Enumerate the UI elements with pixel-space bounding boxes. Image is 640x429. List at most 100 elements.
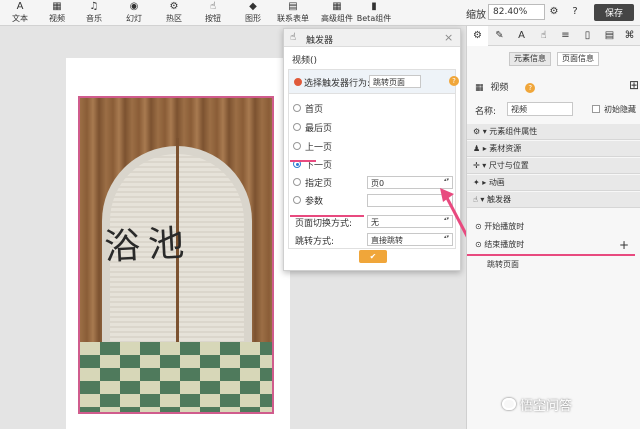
zoom-input[interactable] — [488, 4, 545, 20]
option-label: 指定页 — [305, 179, 333, 189]
tab-element-info[interactable]: 元素信息 — [509, 52, 551, 66]
tool-beta-label: Beta组件 — [356, 14, 392, 23]
action-label: 选择触发器行为: — [304, 79, 371, 89]
element-header: ▦ 视频 ? ⊞ — [475, 78, 639, 93]
option-label: 上一页 — [305, 143, 333, 153]
radio-icon — [293, 104, 301, 112]
settings-tab-icon[interactable]: ⚙ — [467, 26, 488, 46]
help-icon[interactable]: ? — [525, 83, 536, 93]
tool-video-label: 视频 — [49, 14, 65, 23]
section-label: 触发器 — [486, 195, 511, 204]
radio-icon — [293, 142, 301, 150]
font-tab-icon[interactable]: A — [511, 26, 532, 46]
section-assets[interactable]: ♟ ▸ 素材资源 — [467, 141, 640, 157]
form-icon: ▤ — [288, 1, 298, 12]
option-label: 最后页 — [305, 124, 333, 134]
option-label: 首页 — [305, 105, 324, 115]
tool-text-label: 文本 — [12, 14, 28, 23]
watermark-logo-icon — [502, 398, 516, 410]
tool-shape-label: 图形 — [245, 14, 261, 23]
save-button[interactable]: 保存 — [594, 4, 634, 21]
radio-icon — [293, 123, 301, 131]
section-trigger[interactable]: ☝ ▾ 触发器 — [467, 192, 640, 208]
info-subtabs: 元素信息 页面信息 — [509, 52, 619, 66]
section-size-position[interactable]: ✛ ▾ 尺寸与位置 — [467, 158, 640, 174]
section-label: 动画 — [488, 178, 505, 187]
trigger-label: 开始播放时 — [484, 222, 525, 231]
right-panel: ⚙ ✎ A ☝ ≡ ▯ ▤ ⌘ 元素信息 页面信息 ▦ 视频 ? ⊞ 名称: 视… — [466, 26, 640, 429]
layers-tab-icon[interactable]: ▤ — [599, 26, 620, 46]
section-label: 素材资源 — [489, 144, 522, 153]
section-animation[interactable]: ✦ ▸ 动画 — [467, 175, 640, 191]
tool-hotspot[interactable]: ⚙ 热区 — [154, 1, 194, 24]
tool-text[interactable]: A 文本 — [0, 1, 40, 24]
tool-slideshow-label: 幻灯 — [126, 14, 142, 23]
tool-button[interactable]: ☝ 按钮 — [193, 1, 233, 24]
hide-label: 初始隐藏 — [604, 105, 636, 114]
tool-video[interactable]: ▦ 视频 — [37, 1, 77, 24]
help-icon[interactable]: ? — [449, 76, 459, 86]
pointer-icon: ☝ — [290, 32, 297, 43]
pointer-tab-icon[interactable]: ☝ — [533, 26, 554, 46]
transition-underline — [290, 215, 364, 217]
trigger-action[interactable]: 跳转页面 — [487, 259, 519, 270]
dialog-header: ☝ 触发器 × — [284, 29, 460, 47]
next-page-underline — [290, 160, 316, 162]
trigger-end-play[interactable]: ⊙ 结束播放时 — [475, 239, 524, 250]
element-type: 视频 — [490, 83, 509, 93]
transition-label: 页面切换方式: — [295, 219, 353, 229]
name-label: 名称: — [475, 107, 497, 117]
tool-shape[interactable]: ◆ 图形 — [233, 1, 273, 24]
page-tab-icon[interactable]: ▯ — [577, 26, 598, 46]
tab-page-info[interactable]: 页面信息 — [557, 52, 599, 66]
tool-hotspot-label: 热区 — [166, 14, 182, 23]
tool-beta[interactable]: ▮ Beta组件 — [352, 1, 396, 24]
tool-music-label: 音乐 — [86, 14, 102, 23]
end-play-underline — [467, 254, 635, 256]
action-radio[interactable] — [294, 78, 302, 86]
section-component-props[interactable]: ⚙ ▾ 元素组件属性 — [467, 124, 640, 140]
text-icon: A — [16, 1, 24, 12]
phone-icon: ▮ — [371, 1, 377, 12]
gear-icon[interactable]: ⚙ — [547, 5, 561, 19]
trigger-options-box: 选择触发器行为: 跳转页面 ? 首页 最后页 上一页 下一页 指定页 页0 参数 — [288, 69, 459, 249]
video-icon: ▦ — [52, 1, 62, 12]
slideshow-icon: ◉ — [129, 1, 139, 12]
hide-checkbox[interactable] — [592, 105, 600, 113]
close-icon[interactable]: × — [444, 31, 453, 44]
link-icon: ⚙ — [169, 1, 179, 12]
checkered-floor — [80, 342, 272, 412]
trigger-dialog: ☝ 触发器 × 视频() 选择触发器行为: 跳转页面 ? 首页 最后页 上一页 … — [283, 28, 461, 271]
name-input[interactable]: 视频 — [507, 102, 573, 116]
action-row: 选择触发器行为: 跳转页面 ? — [289, 70, 459, 94]
zoom-label: 缩放 — [466, 10, 486, 21]
confirm-button[interactable]: ✔ — [359, 250, 387, 263]
top-toolbar: A 文本 ▦ 视频 ♫ 音乐 ◉ 幻灯 ⚙ 热区 ☝ 按钮 ◆ 图形 ▤ 联系表… — [0, 0, 640, 26]
jump-label: 跳转方式: — [295, 237, 335, 247]
tool-music[interactable]: ♫ 音乐 — [74, 1, 114, 24]
pen-tab-icon[interactable]: ✎ — [489, 26, 510, 46]
calligraphy-text: 浴池 — [103, 222, 194, 269]
shortcut-tab-icon[interactable]: ⌘ — [619, 26, 640, 46]
watermark: 悟空问答 — [520, 399, 573, 414]
tool-button-label: 按钮 — [205, 14, 221, 23]
video-icon: ▦ — [475, 83, 484, 93]
add-element-icon[interactable]: ⊞ — [629, 78, 639, 92]
video-element[interactable]: 浴池 — [78, 96, 274, 414]
option-label: 参数 — [305, 197, 324, 207]
panel-tab-bar: ⚙ ✎ A ☝ ≡ ▯ ▤ ⌘ — [467, 26, 640, 46]
music-icon: ♫ — [89, 1, 99, 12]
add-trigger-icon[interactable]: + — [619, 238, 629, 252]
help-icon[interactable]: ? — [568, 5, 582, 19]
pointer-icon: ☝ — [209, 1, 217, 12]
trigger-label: 结束播放时 — [484, 240, 525, 249]
tool-slideshow[interactable]: ◉ 幻灯 — [114, 1, 154, 24]
tool-contact-form[interactable]: ▤ 联系表单 — [272, 1, 314, 24]
tool-contact-form-label: 联系表单 — [277, 14, 309, 23]
radio-icon — [293, 196, 301, 204]
section-label: 尺寸与位置 — [488, 161, 529, 170]
section-label: 元素组件属性 — [489, 127, 538, 136]
action-input[interactable]: 跳转页面 — [369, 75, 421, 88]
list-tab-icon[interactable]: ≡ — [555, 26, 576, 46]
trigger-start-play[interactable]: ⊙ 开始播放时 — [475, 221, 524, 232]
